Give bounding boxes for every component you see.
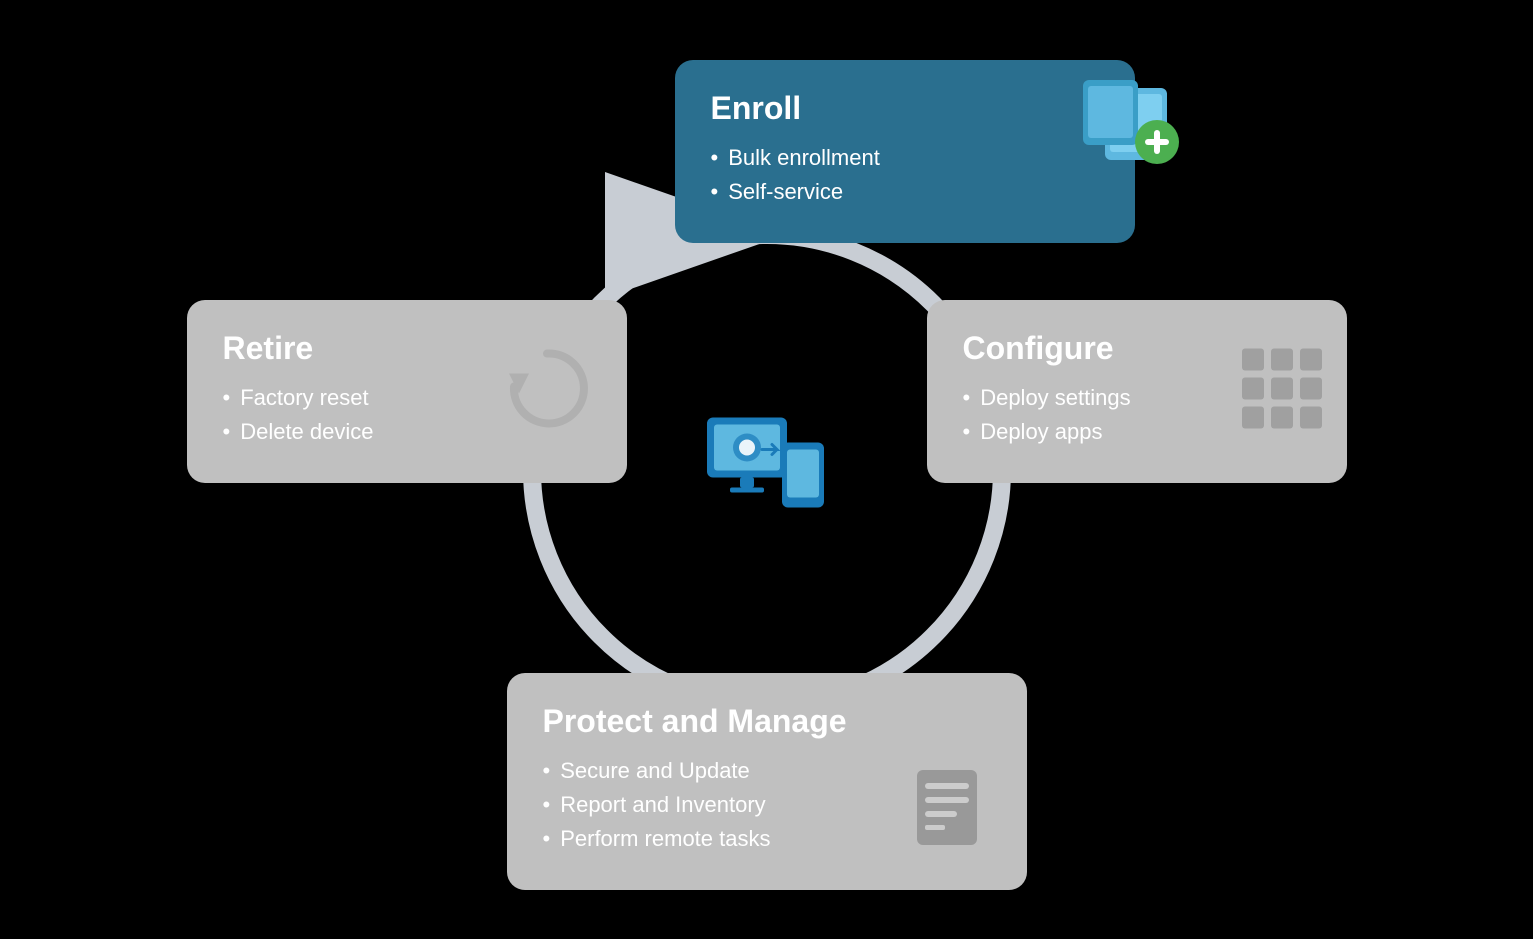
- configure-card: Configure Deploy settings Deploy apps: [927, 300, 1347, 483]
- diagram-container: Enroll Bulk enrollment Self-service Reti…: [167, 30, 1367, 910]
- enroll-item-2: Self-service: [711, 179, 1099, 205]
- protect-card: Protect and Manage Secure and Update Rep…: [507, 673, 1027, 890]
- enroll-item-1: Bulk enrollment: [711, 145, 1099, 171]
- enroll-devices-icon: [1075, 70, 1185, 175]
- refresh-icon: [497, 339, 597, 444]
- document-list-icon: [907, 765, 997, 860]
- retire-card: Retire Factory reset Delete device: [187, 300, 627, 483]
- enroll-card: Enroll Bulk enrollment Self-service: [675, 60, 1135, 243]
- enroll-list: Bulk enrollment Self-service: [711, 145, 1099, 205]
- center-mdm-icon: [702, 407, 832, 532]
- grid-icon: [1237, 344, 1327, 439]
- protect-title: Protect and Manage: [543, 703, 991, 740]
- enroll-title: Enroll: [711, 90, 1099, 127]
